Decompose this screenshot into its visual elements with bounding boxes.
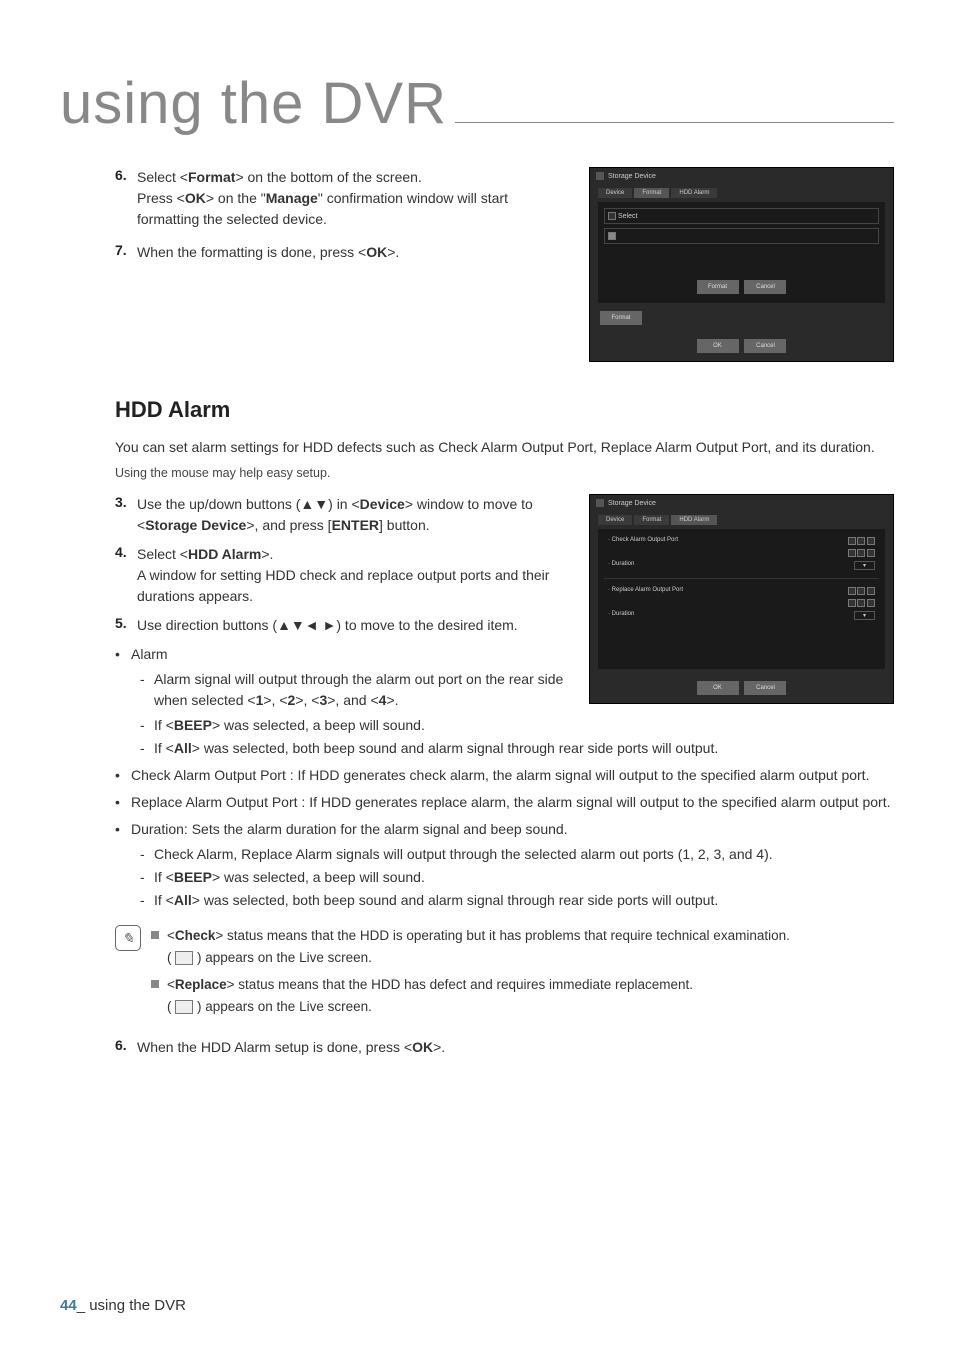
- dash-icon: -: [140, 844, 154, 865]
- dash-dur-beep: If <BEEP> was selected, a beep will soun…: [154, 867, 425, 888]
- dash-alarm-signal: Alarm signal will output through the ala…: [154, 669, 569, 711]
- step-6b-text: When the HDD Alarm setup is done, press …: [137, 1037, 445, 1058]
- tab-format: Format: [634, 515, 669, 525]
- heading-hdd-alarm: HDD Alarm: [115, 397, 894, 423]
- cancel-button: Cancel: [744, 681, 786, 695]
- tab-device: Device: [598, 515, 632, 525]
- dash-beep: If <BEEP> was selected, a beep will soun…: [154, 715, 425, 736]
- step-5-text: Use direction buttons (▲▼◄ ►) to move to…: [137, 615, 518, 636]
- bullet-icon: •: [115, 819, 131, 840]
- dash-icon: -: [140, 738, 154, 759]
- cancel-button: Cancel: [744, 280, 786, 294]
- bullet-duration: Duration: Sets the alarm duration for th…: [131, 819, 568, 840]
- square-bullet-icon: [151, 931, 159, 939]
- para-mouse-tip: Using the mouse may help easy setup.: [115, 466, 894, 480]
- step-4-num: 4.: [115, 544, 137, 607]
- tab-hdd-alarm: HDD Alarm: [671, 515, 717, 525]
- step-6-text: Select <Format> on the bottom of the scr…: [137, 167, 569, 230]
- bullet-icon: •: [115, 792, 131, 813]
- dash-icon: -: [140, 890, 154, 911]
- bullet-icon: •: [115, 644, 131, 665]
- bullet-alarm: Alarm: [131, 644, 168, 665]
- para-intro: You can set alarm settings for HDD defec…: [115, 437, 894, 458]
- step-6-num: 6.: [115, 167, 137, 230]
- checkbox-icon: [608, 232, 616, 240]
- bullet-icon: •: [115, 765, 131, 786]
- step-3-text: Use the up/down buttons (▲▼) in <Device>…: [137, 494, 569, 536]
- tab-format: Format: [634, 188, 669, 198]
- page-number: 44: [60, 1297, 77, 1314]
- dash-all: If <All> was selected, both beep sound a…: [154, 738, 718, 759]
- step-7-num: 7.: [115, 242, 137, 263]
- tab-hdd-alarm: HDD Alarm: [671, 188, 717, 198]
- ok-button: OK: [697, 339, 739, 353]
- square-bullet-icon: [151, 980, 159, 988]
- bullet-check-port: Check Alarm Output Port : If HDD generat…: [131, 765, 869, 786]
- step-6b-num: 6.: [115, 1037, 137, 1058]
- checkbox-icon: [608, 212, 616, 220]
- dash-dur-signals: Check Alarm, Replace Alarm signals will …: [154, 844, 773, 865]
- dash-dur-all: If <All> was selected, both beep sound a…: [154, 890, 718, 911]
- cancel-button: Cancel: [744, 339, 786, 353]
- note-check: <Check> status means that the HDD is ope…: [167, 925, 790, 968]
- page-title: using the DVR: [60, 70, 447, 137]
- format-side-button: Format: [600, 311, 642, 325]
- bullet-replace-port: Replace Alarm Output Port : If HDD gener…: [131, 792, 890, 813]
- format-button: Format: [697, 280, 739, 294]
- note-icon: ✎: [115, 925, 141, 951]
- step-4-text: Select <HDD Alarm>. A window for setting…: [137, 544, 569, 607]
- ok-button: OK: [697, 681, 739, 695]
- tab-device: Device: [598, 188, 632, 198]
- page-footer: 44_ using the DVR: [60, 1297, 186, 1314]
- step-5-num: 5.: [115, 615, 137, 636]
- note-replace: <Replace> status means that the HDD has …: [167, 974, 693, 1017]
- screenshot-format: Storage Device Device Format HDD Alarm S…: [589, 167, 894, 362]
- dash-icon: -: [140, 867, 154, 888]
- dash-icon: -: [140, 715, 154, 736]
- dash-icon: -: [140, 669, 154, 711]
- hdd-replace-icon: [175, 1000, 193, 1014]
- hdd-check-icon: [175, 951, 193, 965]
- step-3-num: 3.: [115, 494, 137, 536]
- screenshot-hdd-alarm: Storage Device Device Format HDD Alarm ·…: [589, 494, 894, 704]
- title-rule: [455, 122, 894, 123]
- step-7-text: When the formatting is done, press <OK>.: [137, 242, 399, 263]
